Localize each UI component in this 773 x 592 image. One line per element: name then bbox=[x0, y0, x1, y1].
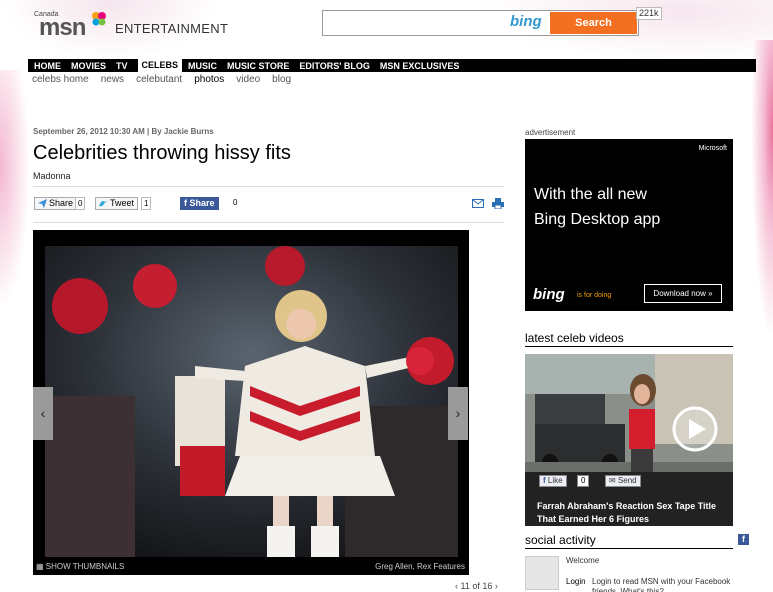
share-button[interactable]: Share bbox=[34, 197, 78, 210]
share-counter: 221k bbox=[636, 7, 662, 20]
video-card[interactable]: f Like 0 ✉ Send Farrah Abraham's Reactio… bbox=[525, 354, 733, 526]
video-caption[interactable]: Farrah Abraham's Reaction Sex Tape Title… bbox=[537, 500, 727, 526]
ad-headline: With the all new Bing Desktop app bbox=[534, 182, 724, 232]
search-box: bing Search bbox=[322, 10, 639, 36]
avatar bbox=[525, 556, 559, 590]
ad-bing-logo: bing bbox=[533, 286, 565, 303]
page-title: Celebrities throwing hissy fits bbox=[33, 142, 291, 164]
search-button[interactable]: Search bbox=[550, 12, 637, 34]
facebook-send-button[interactable]: ✉ Send bbox=[605, 475, 641, 487]
ad-brand: Microsoft bbox=[698, 145, 727, 152]
ad-headline-line1: With the all new bbox=[534, 186, 647, 203]
ad-label: advertisement bbox=[525, 128, 576, 137]
welcome-text: Welcome bbox=[566, 556, 600, 565]
article-byline: September 26, 2012 10:30 AM | By Jackie … bbox=[33, 127, 214, 136]
twitter-icon bbox=[99, 200, 108, 206]
latest-videos-title: latest celeb videos bbox=[525, 331, 733, 347]
grid-icon: ▦ bbox=[36, 562, 46, 571]
subnav-item-blog[interactable]: blog bbox=[272, 74, 291, 85]
facebook-share-label: Share bbox=[189, 198, 215, 208]
facebook-like-button[interactable]: f Like bbox=[539, 475, 567, 487]
subnav-item-celebs-home[interactable]: celebs home bbox=[32, 74, 89, 85]
divider bbox=[33, 222, 504, 223]
social-activity-title: social activity bbox=[525, 533, 733, 549]
section-name: ENTERTAINMENT bbox=[115, 21, 229, 36]
nav-item-home[interactable]: HOME bbox=[34, 61, 61, 71]
main-nav: HOME MOVIES TV CELEBS MUSIC MUSIC STORE … bbox=[28, 59, 756, 72]
show-thumbnails-button[interactable]: ▦ SHOW THUMBNAILS bbox=[36, 562, 124, 571]
facebook-share-button[interactable]: f Share bbox=[180, 197, 219, 210]
ad-tagline: is for doing bbox=[577, 292, 612, 299]
share-label: Share bbox=[49, 198, 74, 208]
divider bbox=[33, 186, 504, 187]
ad-download-button[interactable]: Download now » bbox=[644, 284, 722, 303]
msn-logo[interactable]: msn bbox=[39, 14, 86, 42]
nav-item-music-store[interactable]: MUSIC STORE bbox=[227, 61, 289, 71]
sub-nav: celebs home news celebutant photos video… bbox=[32, 74, 303, 85]
nav-item-movies[interactable]: MOVIES bbox=[71, 61, 106, 71]
article-subtitle: Madonna bbox=[33, 171, 71, 181]
tweet-button[interactable]: Tweet bbox=[95, 197, 139, 210]
photo-gallery: ‹ › ▦ SHOW THUMBNAILS Greg Allen, Rex Fe… bbox=[33, 230, 469, 575]
subnav-item-celebutant[interactable]: celebutant bbox=[136, 74, 182, 85]
nav-item-music[interactable]: MUSIC bbox=[188, 61, 217, 71]
share-count: 0 bbox=[75, 197, 86, 210]
send-label: Send bbox=[617, 476, 637, 485]
background-decoration bbox=[751, 40, 773, 340]
gallery-next-button[interactable]: › bbox=[448, 387, 468, 440]
login-description: Login to read MSN with your Facebook fri… bbox=[592, 577, 731, 592]
background-decoration bbox=[0, 70, 30, 310]
bing-logo: bing bbox=[510, 13, 542, 30]
facebook-share-count: 0 bbox=[231, 197, 240, 210]
tweet-label: Tweet bbox=[110, 198, 135, 208]
nav-item-msn-exclusives[interactable]: MSN EXCLUSIVES bbox=[380, 61, 460, 71]
share-toolbar: Share 0 Tweet 1 f Share 0 bbox=[34, 197, 504, 211]
like-label: Like bbox=[547, 476, 563, 485]
show-thumbnails-label: SHOW THUMBNAILS bbox=[45, 562, 125, 571]
share-icon bbox=[38, 199, 47, 208]
play-icon[interactable] bbox=[672, 406, 718, 452]
butterfly-icon bbox=[92, 12, 106, 26]
advertisement[interactable]: Microsoft With the all new Bing Desktop … bbox=[525, 139, 733, 311]
gallery-photo[interactable] bbox=[45, 246, 458, 557]
nav-item-editors-blog[interactable]: EDITORS' BLOG bbox=[299, 61, 369, 71]
subnav-item-photos[interactable]: photos bbox=[194, 74, 224, 85]
facebook-icon[interactable]: f bbox=[738, 534, 749, 545]
nav-item-celebs[interactable]: CELEBS bbox=[137, 59, 183, 72]
mail-icon[interactable] bbox=[472, 198, 484, 209]
subnav-item-video[interactable]: video bbox=[236, 74, 260, 85]
ad-headline-line2: Bing Desktop app bbox=[534, 211, 661, 228]
nav-item-tv[interactable]: TV bbox=[116, 61, 128, 71]
photo-credit: Greg Allen, Rex Features bbox=[375, 562, 465, 571]
tweet-count: 1 bbox=[141, 197, 152, 210]
print-icon[interactable] bbox=[492, 198, 504, 209]
subnav-item-news[interactable]: news bbox=[101, 74, 124, 85]
like-count: 0 bbox=[577, 475, 590, 487]
send-icon: ✉ bbox=[609, 476, 618, 485]
login-link[interactable]: Login bbox=[566, 577, 586, 586]
gallery-prev-button[interactable]: ‹ bbox=[33, 387, 53, 440]
gallery-pager[interactable]: ‹ 11 of 16 › bbox=[455, 581, 498, 591]
